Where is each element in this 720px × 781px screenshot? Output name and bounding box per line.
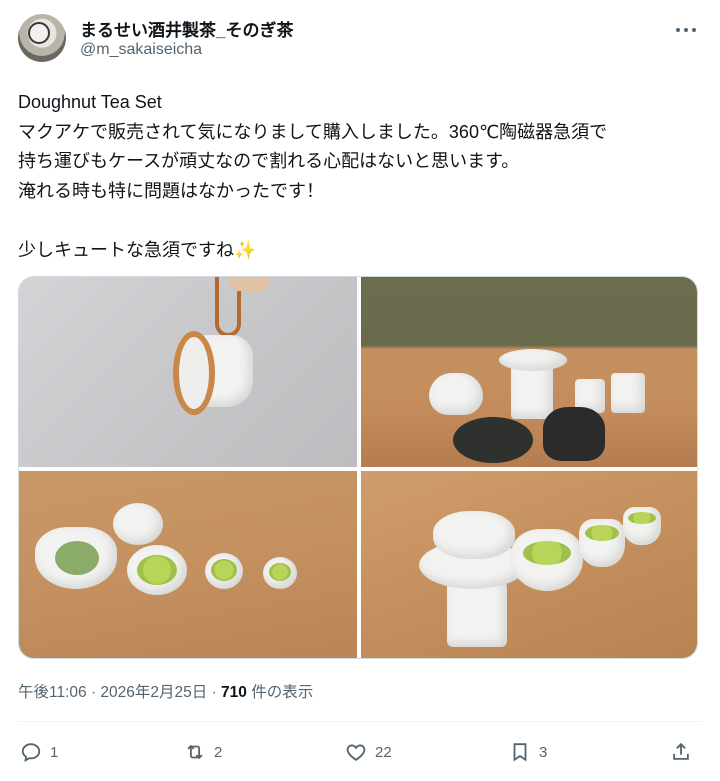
photo-1[interactable] [19, 277, 357, 467]
meta-separator: · [86, 684, 101, 701]
tweet-meta: 午後11:06 · 2026年2月25日 · 710 件の表示 [18, 680, 313, 702]
tweet-line: 持ち運びもケースが頑丈なので割れる心配はないと思います。 [18, 151, 520, 171]
author-handle[interactable]: @m_sakaiseicha [80, 41, 202, 59]
tweet-line: 少しキュートな急須ですね [18, 239, 234, 260]
reply-icon [21, 743, 41, 762]
like-count: 22 [375, 743, 392, 761]
share-icon [673, 742, 689, 760]
photo-3[interactable] [19, 471, 357, 658]
bookmark-icon [513, 743, 527, 762]
tweet-time[interactable]: 午後11:06 [18, 684, 87, 701]
heart-icon [346, 744, 366, 761]
bookmark-count: 3 [539, 743, 548, 761]
retweet-button[interactable]: 2 [184, 739, 222, 765]
avatar[interactable] [18, 14, 66, 62]
photo-2[interactable] [361, 277, 697, 467]
like-button[interactable]: 22 [345, 739, 392, 765]
reply-count: 1 [50, 743, 59, 761]
tweet-line: マクアケで販売されて気になりまして購入しました。360℃陶磁器急須で [18, 121, 608, 142]
action-bar: 1 2 22 3 [18, 735, 702, 769]
view-count: 710 [221, 684, 247, 701]
author-name[interactable]: まるせい酒井製茶_そのぎ茶 [80, 16, 293, 41]
media-grid [18, 276, 698, 659]
sparkle-icon: ✨ [234, 239, 257, 260]
retweet-count: 2 [214, 743, 223, 761]
photo-4[interactable] [361, 471, 697, 658]
share-button[interactable] [670, 739, 692, 765]
tweet-line [18, 206, 708, 236]
meta-separator: · [207, 684, 222, 701]
tweet-line: Doughnut Tea Set [18, 92, 162, 112]
tweet-text: Doughnut Tea Set マクアケで販売されて気になりまして購入しました… [18, 88, 708, 265]
bookmark-button[interactable]: 3 [509, 739, 547, 765]
tweet-line-last: 少しキュートな急須ですね✨ [18, 236, 708, 266]
retweet-icon [187, 744, 203, 760]
more-icon[interactable] [674, 20, 698, 40]
divider [18, 721, 702, 722]
reply-button[interactable]: 1 [20, 739, 58, 765]
view-label: 件の表示 [246, 684, 314, 701]
tweet-header: まるせい酒井製茶_そのぎ茶 @m_sakaiseicha [18, 14, 702, 70]
tweet-date[interactable]: 2026年2月25日 [100, 684, 207, 701]
tweet-line: 淹れる時も特に問題はなかったです！ [18, 180, 324, 201]
